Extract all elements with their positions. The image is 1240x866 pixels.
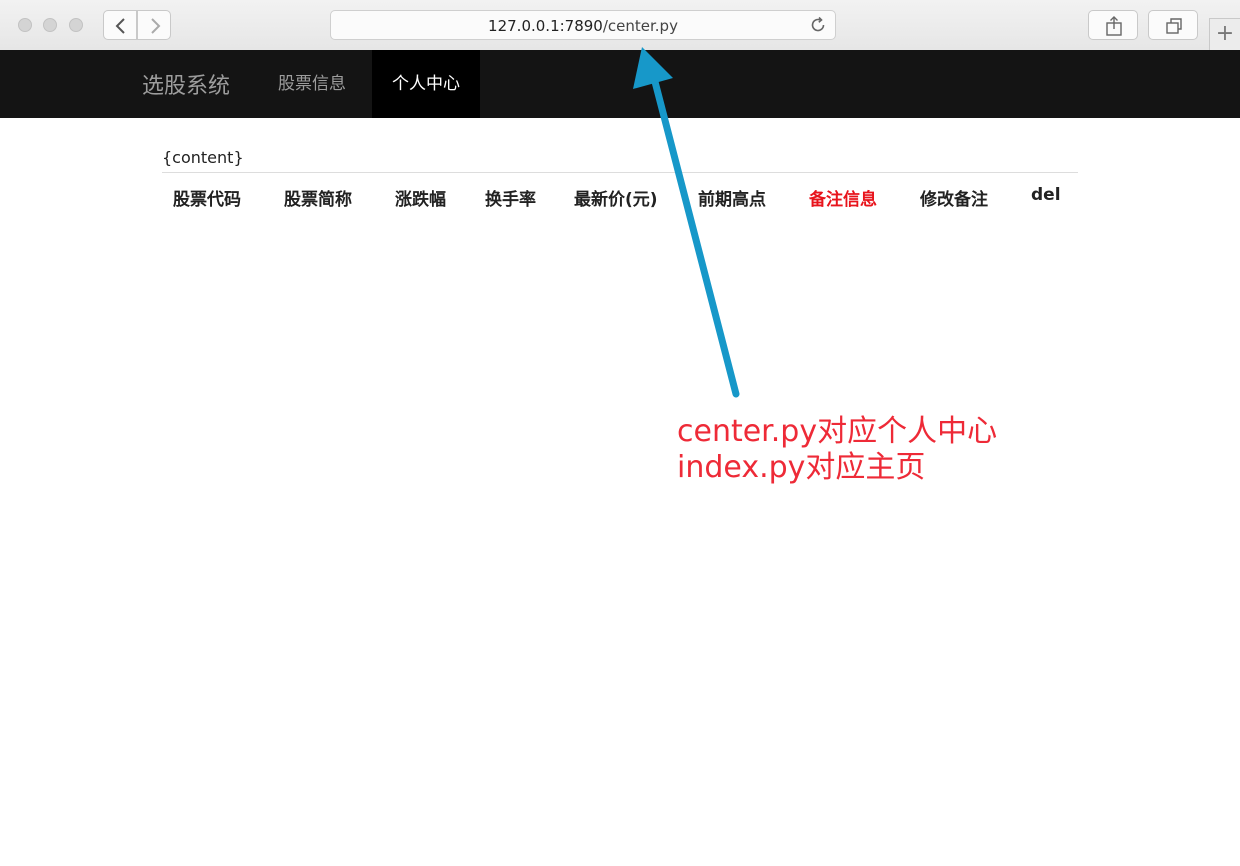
annotation-note: center.py对应个人中心 index.py对应主页 <box>677 414 997 486</box>
annotation-line-1: center.py对应个人中心 <box>677 414 997 450</box>
arrow-head <box>633 47 673 89</box>
annotation-arrow <box>0 0 1240 866</box>
annotation-line-2: index.py对应主页 <box>677 450 997 486</box>
